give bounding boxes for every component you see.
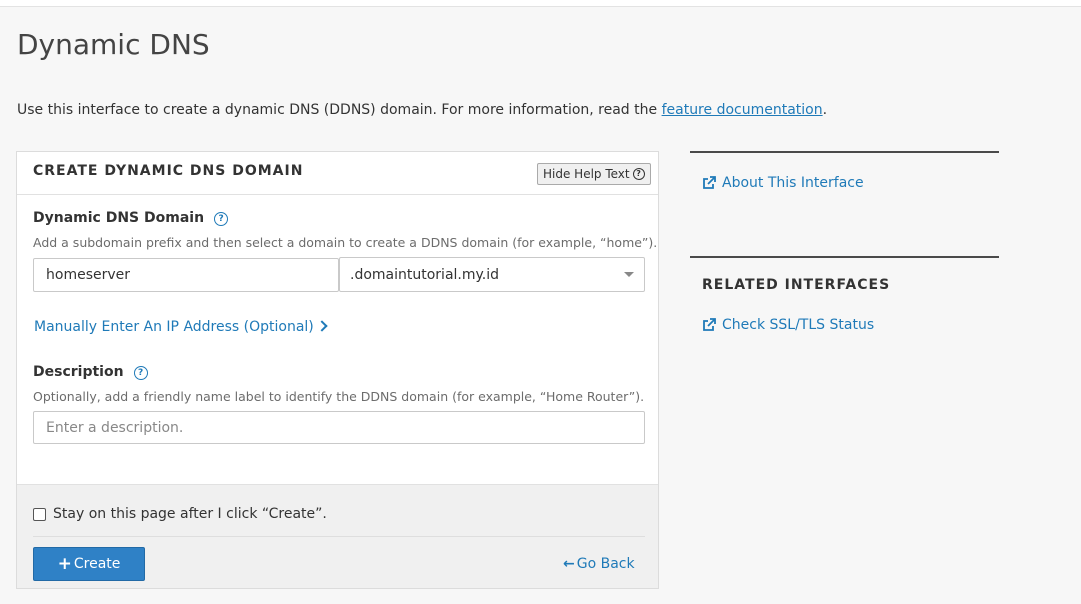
help-question-icon[interactable]: ? bbox=[133, 366, 148, 380]
description-label-text: Description bbox=[33, 364, 124, 380]
check-ssl-tls-status-label: Check SSL/TLS Status bbox=[722, 317, 875, 333]
external-link-icon bbox=[703, 176, 716, 189]
sidebar-divider bbox=[690, 256, 999, 258]
subdomain-prefix-input[interactable] bbox=[33, 258, 339, 292]
stay-on-page-label: Stay on this page after I click “Create”… bbox=[53, 506, 327, 522]
panel-title: CREATE DYNAMIC DNS DOMAIN bbox=[33, 163, 304, 179]
stay-on-page-option[interactable]: Stay on this page after I click “Create”… bbox=[33, 506, 327, 522]
feature-documentation-link[interactable]: feature documentation bbox=[662, 102, 823, 118]
create-button[interactable]: + Create bbox=[33, 547, 145, 581]
check-ssl-tls-status-link[interactable]: Check SSL/TLS Status bbox=[702, 317, 874, 333]
domain-select-value: .domaintutorial.my.id bbox=[350, 266, 500, 283]
intro-text: Use this interface to create a dynamic D… bbox=[17, 102, 827, 118]
help-question-icon[interactable]: ? bbox=[214, 212, 229, 226]
intro-text-body: Use this interface to create a dynamic D… bbox=[17, 102, 662, 118]
ddns-domain-label: Dynamic DNS Domain? bbox=[33, 210, 229, 226]
stay-on-page-checkbox[interactable] bbox=[33, 507, 46, 521]
page-title: Dynamic DNS bbox=[17, 28, 210, 61]
hide-help-text-label: Hide Help Text bbox=[543, 167, 630, 181]
description-input[interactable] bbox=[33, 411, 645, 444]
description-help: Optionally, add a friendly name label to… bbox=[33, 389, 645, 404]
plus-icon: + bbox=[57, 553, 72, 574]
manual-ip-link-text: Manually Enter An IP Address (Optional) bbox=[34, 319, 314, 335]
intro-text-suffix: . bbox=[822, 102, 828, 118]
chevron-right-icon bbox=[316, 320, 328, 332]
ddns-domain-help: Add a subdomain prefix and then select a… bbox=[33, 235, 658, 250]
create-ddns-panel: CREATE DYNAMIC DNS DOMAIN Hide Help Text… bbox=[16, 151, 659, 589]
ddns-domain-label-text: Dynamic DNS Domain bbox=[33, 210, 205, 226]
panel-footer: Stay on this page after I click “Create”… bbox=[17, 484, 658, 588]
about-interface-label: About This Interface bbox=[722, 175, 864, 191]
description-label: Description? bbox=[33, 364, 148, 380]
create-button-label: Create bbox=[73, 556, 121, 572]
caret-down-icon bbox=[624, 272, 634, 277]
about-interface-link[interactable]: About This Interface bbox=[702, 175, 864, 191]
hide-help-text-button[interactable]: Hide Help Text ? bbox=[537, 163, 651, 185]
manual-ip-link[interactable]: Manually Enter An IP Address (Optional) bbox=[34, 319, 328, 335]
go-back-label: Go Back bbox=[576, 556, 635, 572]
arrow-left-icon: ← bbox=[563, 556, 575, 572]
go-back-link[interactable]: ← Go Back bbox=[563, 556, 635, 572]
domain-select[interactable]: .domaintutorial.my.id bbox=[339, 257, 645, 292]
related-interfaces-heading: RELATED INTERFACES bbox=[702, 277, 891, 293]
question-circle-icon: ? bbox=[632, 168, 645, 180]
sidebar-divider bbox=[690, 151, 999, 153]
footer-divider bbox=[33, 536, 645, 537]
panel-header: CREATE DYNAMIC DNS DOMAIN Hide Help Text… bbox=[17, 152, 658, 195]
external-link-icon bbox=[703, 318, 716, 331]
top-bar bbox=[0, 0, 1081, 7]
